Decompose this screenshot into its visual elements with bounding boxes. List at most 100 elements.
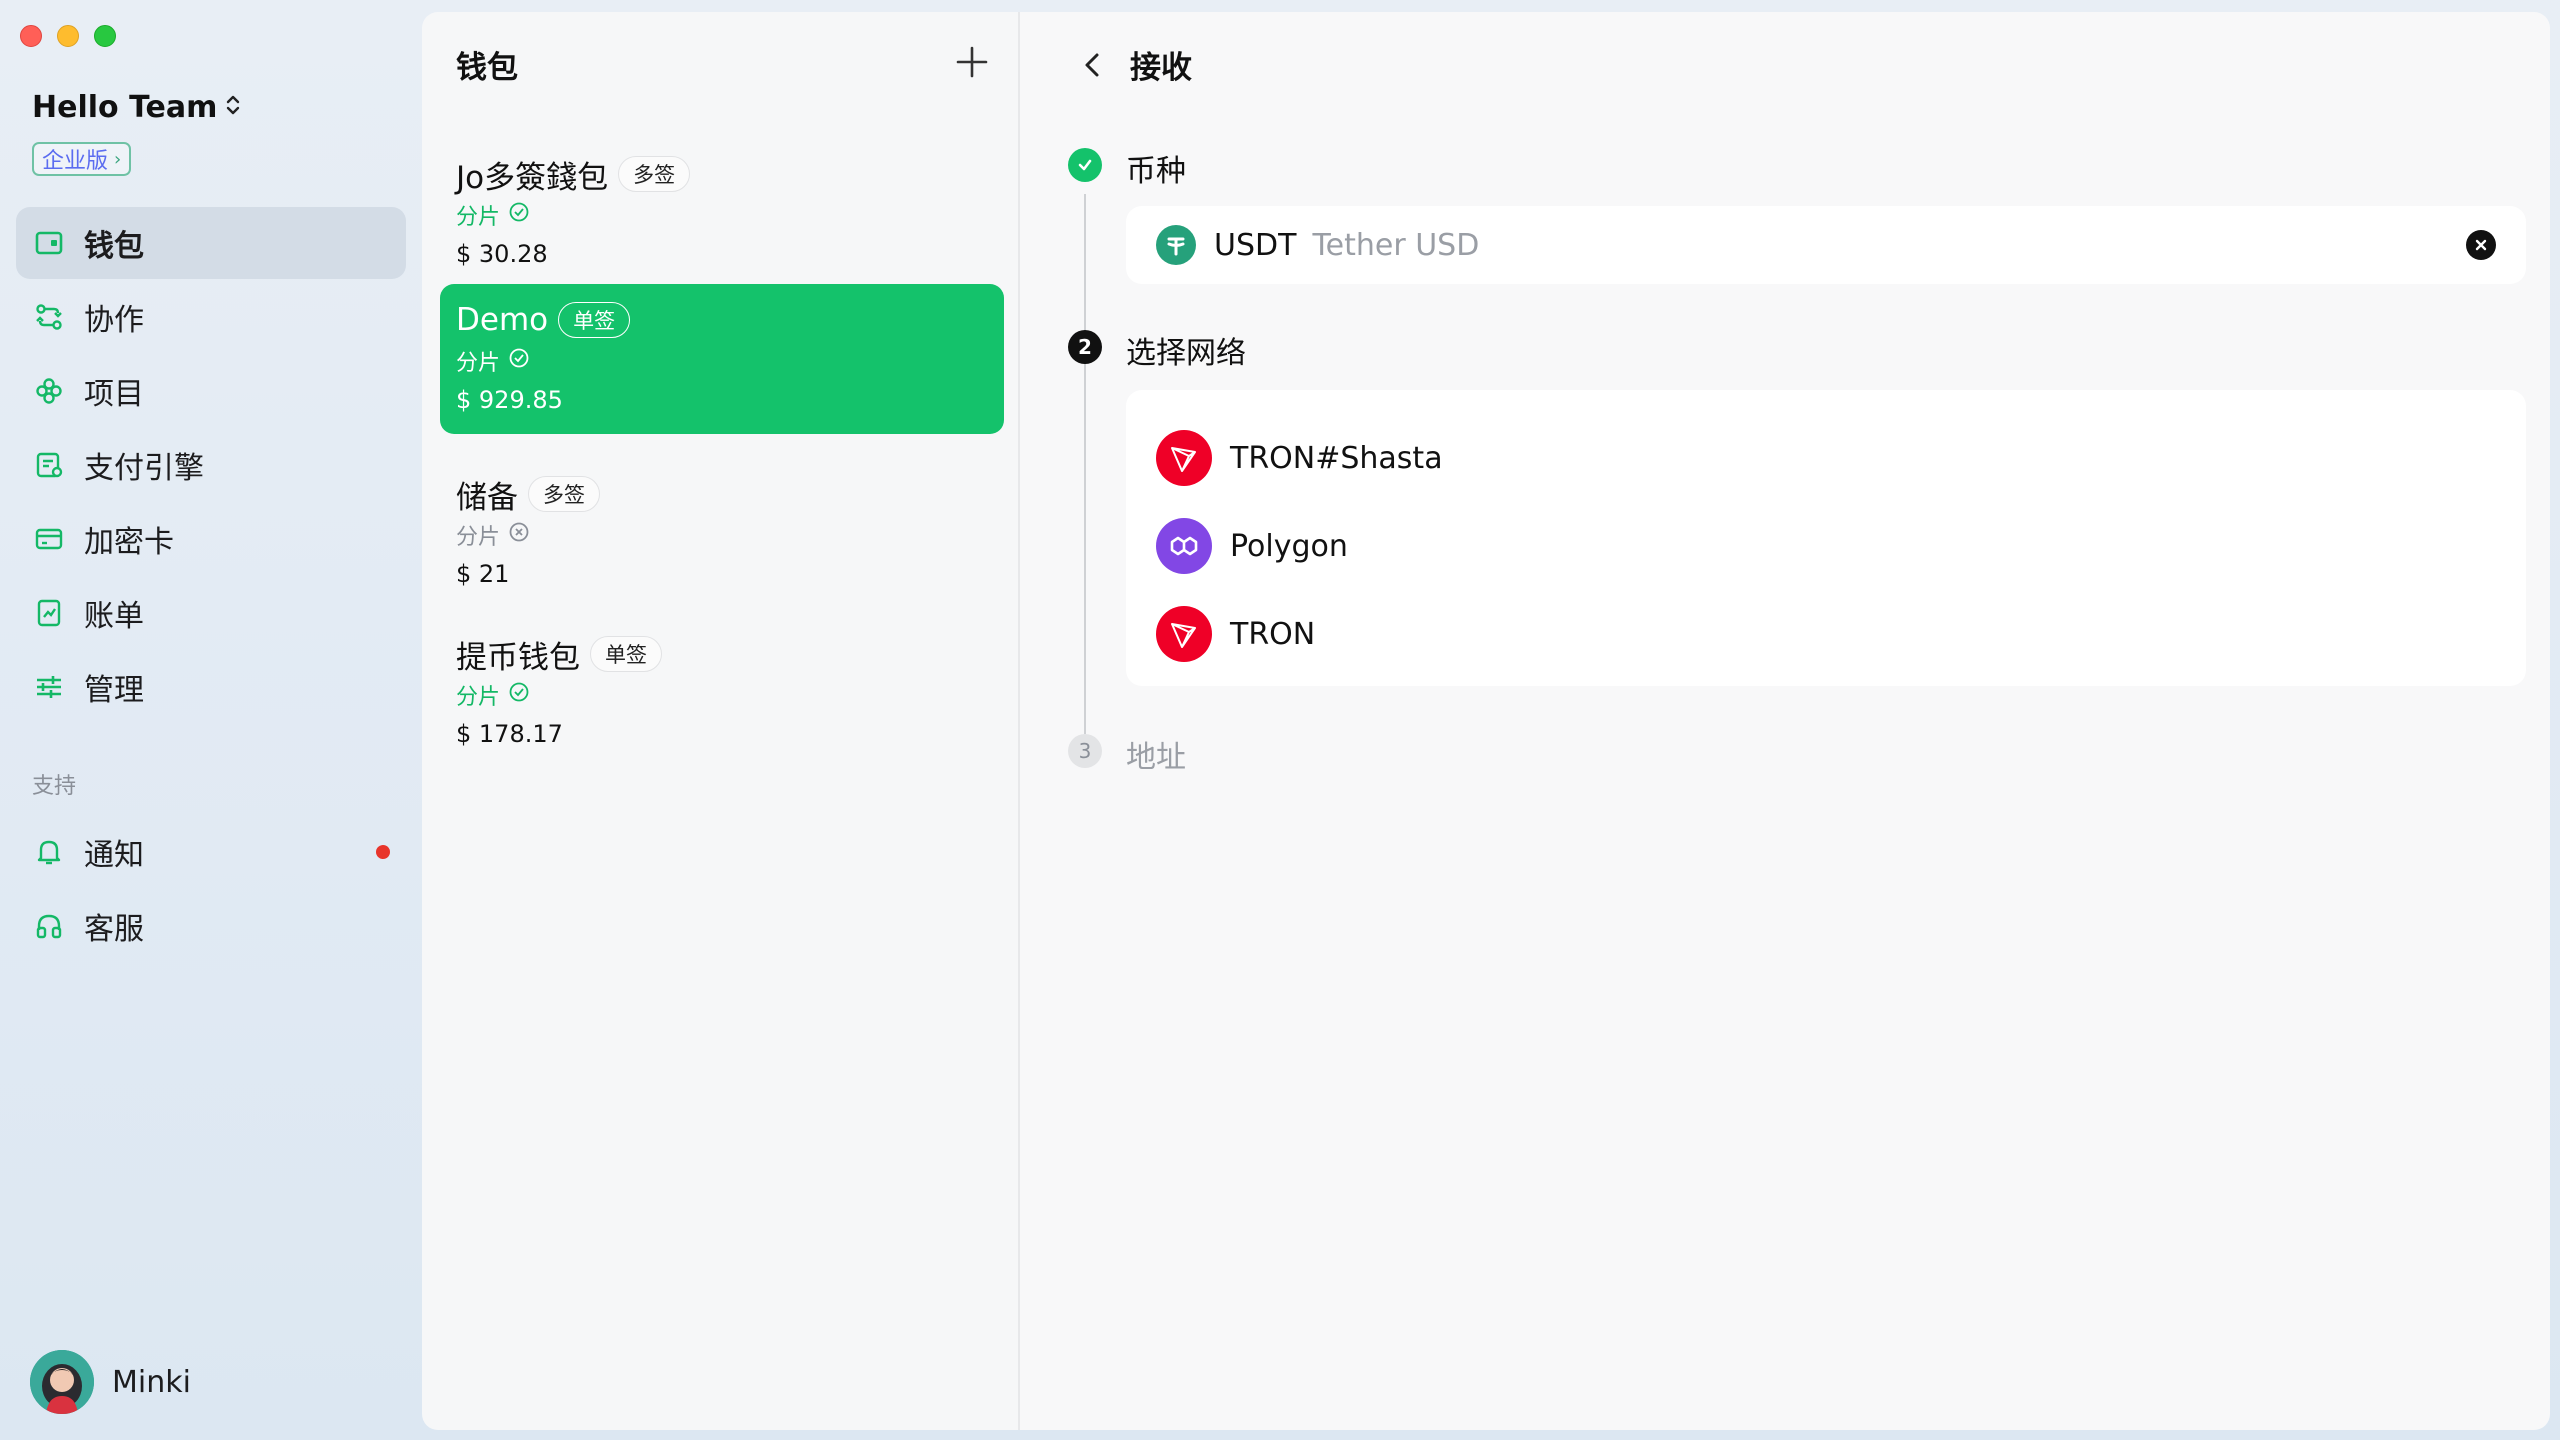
wallet-name: 储备 [456, 479, 518, 516]
selected-coin[interactable]: USDT Tether USD [1126, 206, 2526, 284]
wallet-type-tag: 单签 [590, 636, 662, 672]
nav-item-payment-engine[interactable]: 支付引擎 [16, 429, 406, 501]
nav-item-notifications[interactable]: 通知 [16, 816, 406, 888]
nav-item-label: 协作 [84, 303, 144, 338]
team-switcher[interactable]: Hello Team [32, 90, 241, 125]
wallet-type-tag: 单签 [558, 302, 631, 338]
wallet-shard-status: 分片 [456, 344, 988, 378]
network-option[interactable]: TRON#Shasta [1156, 414, 2496, 502]
nav-item-wallet[interactable]: 钱包 [16, 207, 406, 279]
wallet-icon [32, 226, 66, 260]
nav-item-project[interactable]: 项目 [16, 355, 406, 427]
chevron-right-icon: › [114, 148, 122, 170]
plus-icon [952, 46, 992, 86]
network-name: TRON [1230, 616, 1316, 652]
check-circle-icon [508, 681, 530, 709]
wallet-item[interactable]: Jo多簽錢包 多签 分片 $ 30.28 [440, 138, 1004, 288]
nav-item-label: 管理 [84, 673, 144, 708]
chevron-left-icon [1085, 53, 1099, 76]
wallet-amount: $ 21 [456, 560, 510, 588]
polygon-icon [1156, 518, 1212, 574]
crypto-card-icon [32, 522, 66, 556]
nav-item-label: 加密卡 [84, 525, 174, 560]
wallet-item[interactable]: Demo 单签 分片 $ 929.85 [440, 284, 1004, 434]
user-name: Minki [112, 1364, 191, 1400]
nav-item-manage[interactable]: 管理 [16, 651, 406, 723]
nav-item-label: 通知 [84, 838, 144, 873]
wallet-shard-label: 分片 [456, 351, 501, 376]
step-label-address: 地址 [1126, 740, 1186, 775]
wallet-item[interactable]: 储备 多签 分片 $ 21 [440, 458, 1004, 608]
nav-item-label: 客服 [84, 912, 144, 947]
wallet-shard-status: 分片 [456, 518, 988, 552]
sidebar: Hello Team 企业版 › 钱包 协作 项目 支付引擎 加密卡 账单 管理… [0, 0, 420, 1440]
step-number-3: 3 [1068, 734, 1102, 768]
step-label-network: 选择网络 [1126, 336, 1246, 371]
receive-panel: 接收 币种 USDT Tether USD 2 选择网络 TRON#Shasta… [1020, 12, 2550, 1430]
network-option[interactable]: Polygon [1156, 502, 2496, 590]
headset-icon [32, 909, 66, 943]
nav-item-label: 项目 [84, 377, 144, 412]
coin-symbol: USDT [1214, 227, 1297, 263]
wallet-list-panel: 钱包 Jo多簽錢包 多签 分片 $ 30.28 Demo 单签 分片 $ 929… [422, 12, 1020, 1430]
page-title: 接收 [1130, 50, 1192, 86]
step-number-2: 2 [1068, 330, 1102, 364]
wallet-shard-status: 分片 [456, 198, 988, 232]
close-icon [2475, 239, 2487, 251]
support-nav: 通知 客服 [16, 816, 406, 964]
wallet-name: 提币钱包 [456, 639, 580, 676]
wallet-amount: $ 929.85 [456, 386, 563, 414]
tron-icon [1156, 430, 1212, 486]
collaboration-icon [32, 300, 66, 334]
step-done-icon [1068, 148, 1102, 182]
bell-icon [32, 835, 66, 869]
coin-name: Tether USD [1312, 227, 1480, 263]
project-icon [32, 374, 66, 408]
wallet-shard-label: 分片 [456, 525, 501, 550]
nav-item-crypto-card[interactable]: 加密卡 [16, 503, 406, 575]
usdt-icon [1156, 225, 1196, 265]
wallet-shard-label: 分片 [456, 685, 501, 710]
avatar [30, 1350, 94, 1414]
wallet-item[interactable]: 提币钱包 单签 分片 $ 178.17 [440, 618, 1004, 768]
check-circle-icon [508, 347, 530, 375]
nav-item-label: 支付引擎 [84, 451, 204, 486]
clear-coin-button[interactable] [2466, 230, 2496, 260]
wallet-list-title: 钱包 [456, 50, 518, 86]
network-name: Polygon [1230, 528, 1348, 564]
user-profile[interactable]: Minki [30, 1350, 191, 1414]
wallet-amount: $ 178.17 [456, 720, 563, 748]
edition-label: 企业版 [42, 149, 109, 174]
wallet-type-tag: 多签 [618, 156, 691, 192]
stepper-line [1084, 194, 1086, 734]
check-circle-icon [508, 201, 530, 229]
wallet-amount: $ 30.28 [456, 240, 548, 268]
receive-header: 接收 [1074, 42, 1192, 87]
network-list: TRON#Shasta Polygon TRON [1126, 390, 2526, 686]
nav-item-label: 钱包 [84, 229, 144, 264]
app-window: Hello Team 企业版 › 钱包 协作 项目 支付引擎 加密卡 账单 管理… [0, 0, 2560, 1440]
payment-engine-icon [32, 448, 66, 482]
team-name: Hello Team [32, 90, 218, 125]
edition-badge[interactable]: 企业版 › [32, 142, 132, 176]
network-name: TRON#Shasta [1230, 440, 1443, 476]
add-wallet-button[interactable] [952, 42, 992, 82]
tron-icon [1156, 606, 1212, 662]
main-nav: 钱包 协作 项目 支付引擎 加密卡 账单 管理 [16, 207, 406, 725]
wallet-name: Demo [456, 302, 549, 338]
nav-item-collaboration[interactable]: 协作 [16, 281, 406, 353]
chevron-updown-icon [225, 94, 241, 121]
manage-icon [32, 670, 66, 704]
wallet-type-tag: 多签 [528, 476, 600, 512]
back-button[interactable] [1074, 47, 1110, 83]
nav-item-bill[interactable]: 账单 [16, 577, 406, 649]
support-section-label: 支持 [32, 774, 77, 799]
x-circle-icon [508, 521, 530, 549]
step-label-currency: 币种 [1126, 154, 1186, 189]
nav-item-customer-service[interactable]: 客服 [16, 890, 406, 962]
network-option[interactable]: TRON [1156, 590, 2496, 678]
wallet-shard-status: 分片 [456, 678, 988, 712]
wallet-shard-label: 分片 [456, 205, 501, 230]
notification-badge [376, 845, 390, 859]
wallet-name: Jo多簽錢包 [456, 159, 609, 196]
